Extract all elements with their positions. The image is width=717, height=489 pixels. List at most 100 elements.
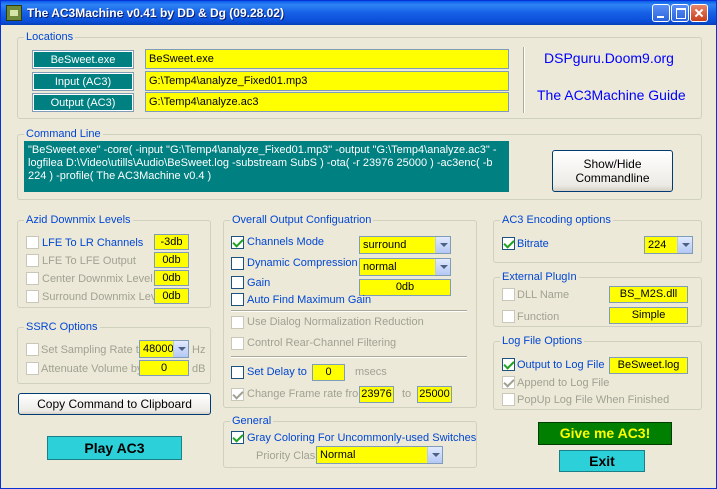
append-log-checkbox[interactable] [502,376,515,389]
frame-rate-to-label: to [402,388,412,400]
locations-legend: Locations [24,31,76,43]
sampling-rate-unit: Hz [192,344,206,356]
log-file-legend: Log File Options [500,335,585,347]
minimize-icon[interactable] [652,4,670,22]
input-file-field[interactable]: G:\Temp4\analyze_Fixed01.mp3 [145,71,509,91]
set-delay-value[interactable]: 0 [312,364,345,381]
channels-mode-checkbox[interactable] [231,236,244,249]
chevron-down-icon [173,341,188,357]
besweet-exe-field[interactable]: BeSweet.exe [145,49,509,69]
give-me-ac3-button[interactable]: Give me AC3! [538,422,672,445]
control-rear-label: Control Rear-Channel Filtering [247,337,397,349]
dspguru-link[interactable]: DSPguru.Doom9.org [544,50,674,66]
set-delay-label: Set Delay to [247,366,307,378]
center-downmix-label: Center Downmix Level [42,273,153,285]
frame-rate-from-value[interactable]: 23976 [359,386,394,403]
ac3machine-guide-link[interactable]: The AC3Machine Guide [537,87,686,103]
dialog-normalization-label: Use Dialog Normalization Reduction [247,316,424,328]
locations-divider [523,47,525,113]
gain-checkbox[interactable] [231,276,244,289]
attenuate-volume-label: Attenuate Volume by [41,363,143,375]
command-line-text: "BeSweet.exe" -core( -input "G:\Temp4\an… [24,141,509,192]
chevron-down-icon [435,259,450,275]
auto-find-gain-checkbox[interactable] [231,293,244,306]
control-rear-checkbox[interactable] [231,337,244,350]
channels-mode-select[interactable]: surround [359,236,451,254]
output-file-field[interactable]: G:\Temp4\analyze.ac3 [145,92,509,112]
set-delay-unit: msecs [355,366,387,378]
channels-mode-value: surround [363,239,407,251]
attenuate-volume-unit: dB [192,363,206,375]
set-delay-checkbox[interactable] [231,366,244,379]
maximize-icon[interactable] [671,4,689,22]
close-icon[interactable] [690,4,708,22]
attenuate-volume-checkbox[interactable] [26,362,39,375]
surround-downmix-checkbox[interactable] [26,290,39,303]
bitrate-select[interactable]: 224 [644,236,693,254]
channels-mode-label: Channels Mode [247,236,325,248]
priority-class-select[interactable]: Normal [316,446,443,464]
gain-label: Gain [247,277,271,289]
input-file-button[interactable]: Input (AC3) [32,72,134,91]
azid-downmix-legend: Azid Downmix Levels [24,214,133,226]
show-hide-commandline-label: Show/Hide Commandline [575,157,650,185]
output-file-button[interactable]: Output (AC3) [32,93,134,112]
output-log-checkbox[interactable] [502,358,515,371]
give-me-ac3-label: Give me AC3! [559,425,651,441]
sampling-rate-label: Set Sampling Rate to [41,344,145,356]
play-ac3-button[interactable]: Play AC3 [47,436,182,460]
exit-button[interactable]: Exit [559,450,645,472]
copy-command-button[interactable]: Copy Command to Clipboard [18,393,211,415]
dynamic-compression-label: Dynamic Compression [247,257,358,269]
bitrate-value: 224 [648,239,667,251]
show-hide-commandline-button[interactable]: Show/Hide Commandline [552,150,673,192]
app-icon [6,5,22,21]
center-downmix-checkbox[interactable] [26,272,39,285]
sampling-rate-checkbox[interactable] [26,343,39,356]
frame-rate-to-value[interactable]: 25000 [417,386,452,403]
frame-rate-checkbox[interactable] [231,388,244,401]
dll-name-value[interactable]: BS_M2S.dll [609,286,688,303]
surround-downmix-label: Surround Downmix Level [42,291,165,303]
command-line-legend: Command Line [24,128,103,140]
auto-find-gain-label: Auto Find Maximum Gain [247,294,372,306]
function-value[interactable]: Simple [609,307,688,324]
ac3-encoding-legend: AC3 Encoding options [500,214,613,226]
lfe-to-lr-checkbox[interactable] [26,236,39,249]
dynamic-compression-value: normal [363,261,397,273]
dialog-normalization-checkbox[interactable] [231,316,244,329]
dll-name-label: DLL Name [517,289,570,301]
bitrate-checkbox[interactable] [502,237,515,250]
surround-downmix-value[interactable]: 0db [154,288,189,304]
center-downmix-value[interactable]: 0db [154,270,189,286]
gray-coloring-checkbox[interactable] [231,431,244,444]
gain-value[interactable]: 0db [359,279,451,296]
output-log-value[interactable]: BeSweet.log [609,357,688,374]
chevron-down-icon [435,237,450,253]
exit-label: Exit [589,453,615,469]
dynamic-compression-checkbox[interactable] [231,257,244,270]
function-checkbox[interactable] [502,310,515,323]
popup-log-label: PopUp Log File When Finished [517,394,670,406]
popup-log-checkbox[interactable] [502,393,515,406]
chevron-down-icon [427,447,442,463]
output-log-label: Output to Log File [517,359,605,371]
chevron-down-icon [677,237,692,253]
overall-separator-2 [231,356,467,358]
attenuate-volume-value[interactable]: 0 [139,360,189,376]
lfe-to-lr-value[interactable]: -3db [154,234,189,250]
function-label: Function [517,311,560,323]
priority-class-value: Normal [320,449,356,461]
dll-name-checkbox[interactable] [502,288,515,301]
lfe-to-lfe-label: LFE To LFE Output [42,255,136,267]
overall-output-legend: Overall Output Configuatrion [230,214,374,226]
title-bar[interactable]: The AC3Machine v0.41 by DD & Dg (09.28.0… [1,1,716,25]
sampling-rate-select[interactable]: 48000 [139,340,189,358]
besweet-exe-button[interactable]: BeSweet.exe [32,50,134,69]
lfe-to-lfe-value[interactable]: 0db [154,252,189,268]
lfe-to-lfe-checkbox[interactable] [26,254,39,267]
overall-separator-1 [231,310,467,312]
append-log-label: Append to Log File [517,377,610,389]
priority-class-label: Priority Class [256,450,321,462]
dynamic-compression-select[interactable]: normal [359,258,451,276]
